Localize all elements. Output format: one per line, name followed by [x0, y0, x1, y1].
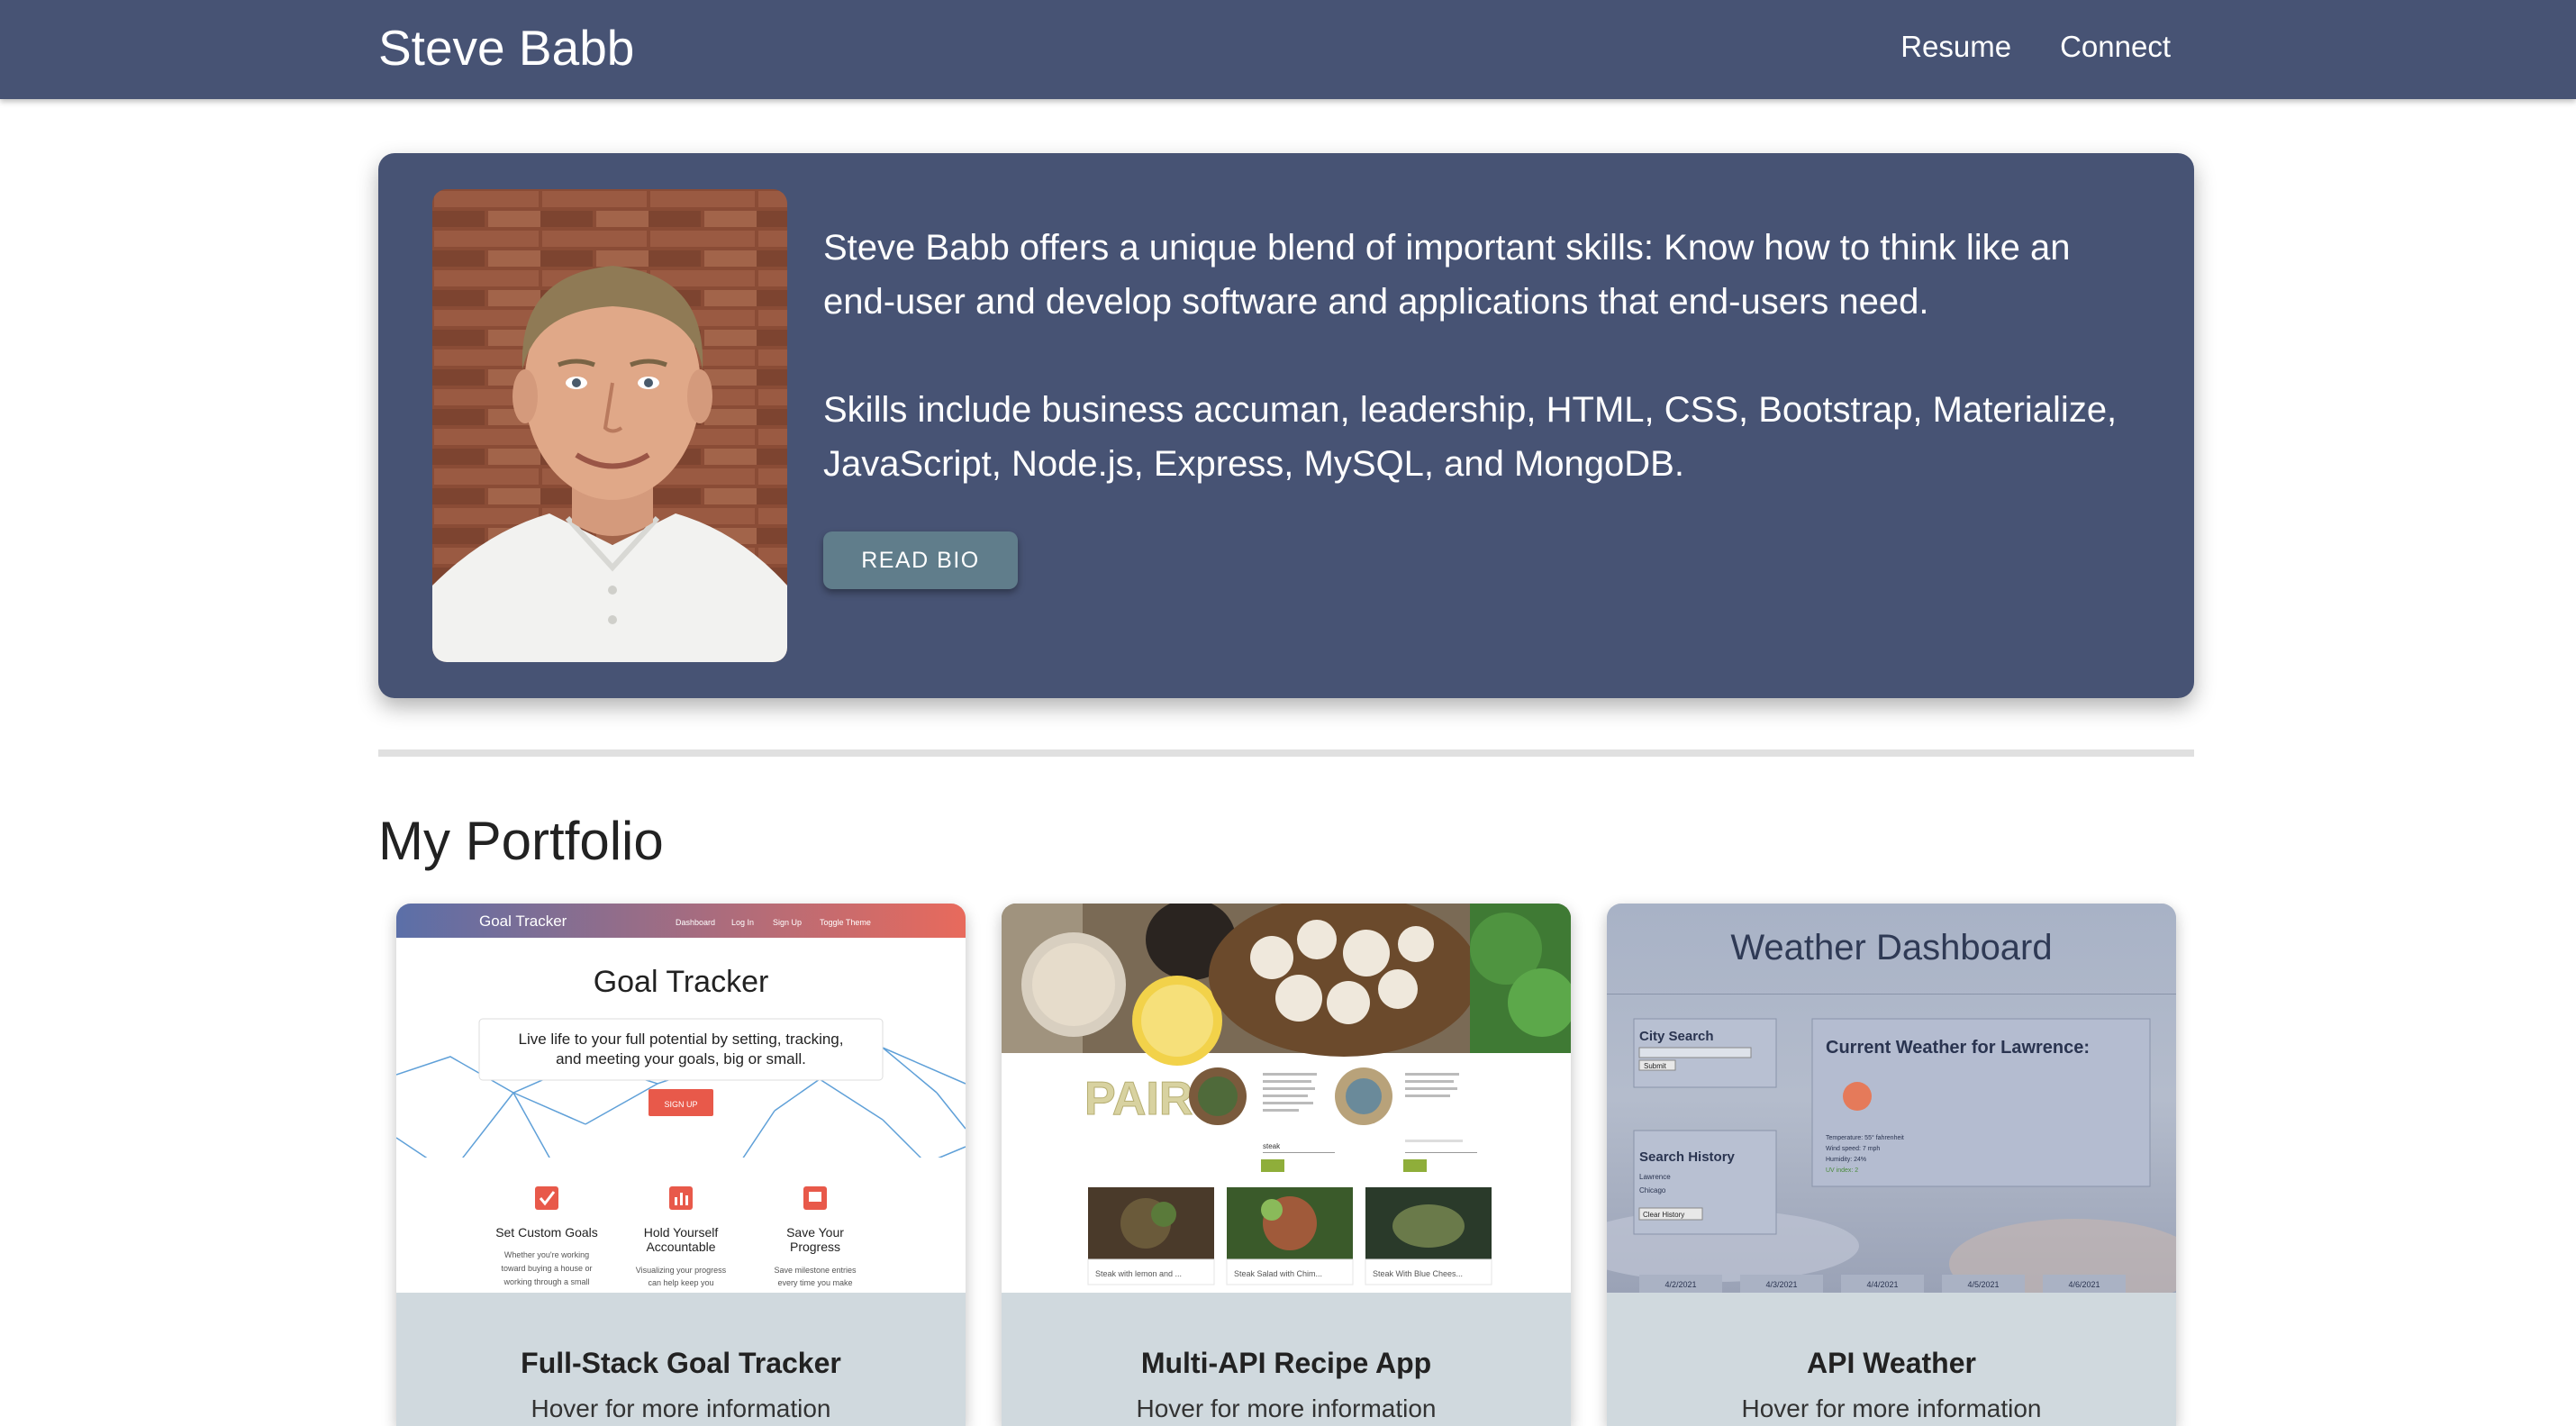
project-hover-hint: Hover for more information — [531, 1394, 831, 1422]
svg-text:can help keep you: can help keep you — [648, 1278, 713, 1287]
project-screenshot-goal-tracker: Goal Tracker Dashboard Log In Sign Up To… — [396, 904, 966, 1293]
svg-text:4/4/2021: 4/4/2021 — [1866, 1280, 1898, 1289]
project-screenshot-recipe-app: PAIR steak Steak with lemon and ... Stea… — [1002, 904, 1571, 1293]
svg-text:and meeting your goals, big or: and meeting your goals, big or small. — [556, 1050, 806, 1067]
svg-text:Steak Salad with Chim...: Steak Salad with Chim... — [1234, 1269, 1322, 1278]
svg-text:Sign Up: Sign Up — [773, 918, 802, 927]
svg-text:Temperature: 55° fahrenheit: Temperature: 55° fahrenheit — [1826, 1134, 1904, 1141]
svg-text:Save Your: Save Your — [786, 1225, 844, 1240]
svg-text:Humidity: 24%: Humidity: 24% — [1826, 1157, 1866, 1163]
svg-text:steak: steak — [1263, 1142, 1281, 1150]
project-title: Multi-API Recipe App — [1140, 1347, 1432, 1379]
project-card-recipe-app[interactable]: PAIR steak Steak with lemon and ... Stea… — [1002, 904, 1571, 1426]
svg-text:Search History: Search History — [1639, 1149, 1736, 1165]
svg-text:Set Custom Goals: Set Custom Goals — [495, 1225, 598, 1240]
project-card-goal-tracker[interactable]: Goal Tracker Dashboard Log In Sign Up To… — [396, 904, 966, 1426]
svg-text:City Search: City Search — [1639, 1029, 1714, 1044]
svg-text:Visualizing your progress: Visualizing your progress — [636, 1266, 727, 1275]
svg-text:Steak With Blue Chees...: Steak With Blue Chees... — [1373, 1269, 1463, 1278]
svg-text:UV index: 2: UV index: 2 — [1826, 1167, 1858, 1174]
svg-text:Goal Tracker: Goal Tracker — [594, 965, 769, 999]
svg-text:Weather Dashboard: Weather Dashboard — [1730, 928, 2052, 967]
svg-text:Toggle Theme: Toggle Theme — [820, 918, 871, 927]
svg-text:4/3/2021: 4/3/2021 — [1765, 1280, 1797, 1289]
project-title: Full-Stack Goal Tracker — [521, 1347, 841, 1379]
svg-text:PAIR: PAIR — [1084, 1073, 1193, 1125]
svg-text:Save milestone entries: Save milestone entries — [774, 1266, 857, 1275]
svg-text:Chicago: Chicago — [1639, 1186, 1666, 1194]
gt-brand: Goal Tracker — [479, 913, 567, 930]
project-hover-hint: Hover for more information — [1741, 1394, 2042, 1422]
svg-text:Clear History: Clear History — [1643, 1211, 1684, 1219]
project-card-weather[interactable]: Weather Dashboard City Search Submit Sea… — [1607, 904, 2176, 1426]
svg-text:Progress: Progress — [790, 1240, 840, 1254]
nav-links: Resume Connect — [1900, 27, 2171, 67]
svg-text:Dashboard: Dashboard — [676, 918, 715, 927]
svg-text:every time you make: every time you make — [777, 1278, 852, 1287]
svg-text:4/5/2021: 4/5/2021 — [1967, 1280, 1999, 1289]
brand-logo[interactable]: Steve Babb — [378, 18, 634, 77]
skills-paragraph: Skills include business accuman, leaders… — [823, 390, 2118, 484]
svg-text:4/2/2021: 4/2/2021 — [1664, 1280, 1696, 1289]
nav-link-connect[interactable]: Connect — [2060, 27, 2171, 67]
intro-paragraph: Steve Babb offers a unique blend of impo… — [823, 228, 2071, 322]
section-divider — [378, 749, 2194, 757]
project-screenshot-weather: Weather Dashboard City Search Submit Sea… — [1607, 904, 2176, 1293]
svg-text:toward buying a house or: toward buying a house or — [501, 1264, 592, 1273]
svg-text:Steak with lemon and ...: Steak with lemon and ... — [1095, 1269, 1182, 1278]
svg-text:Submit: Submit — [1644, 1062, 1667, 1070]
intro-text: Steve Babb offers a unique blend of impo… — [823, 221, 2147, 545]
svg-text:Current Weather for Lawrence:: Current Weather for Lawrence: — [1826, 1038, 2090, 1058]
project-title: API Weather — [1807, 1347, 1976, 1379]
svg-text:Whether you're working: Whether you're working — [504, 1250, 589, 1259]
svg-text:4/6/2021: 4/6/2021 — [2068, 1280, 2100, 1289]
intro-card: Steve Babb offers a unique blend of impo… — [378, 153, 2194, 698]
svg-text:working through a small: working through a small — [503, 1277, 589, 1286]
nav-link-resume[interactable]: Resume — [1900, 27, 2011, 67]
svg-text:Lawrence: Lawrence — [1639, 1173, 1671, 1181]
svg-text:SIGN UP: SIGN UP — [664, 1100, 697, 1109]
svg-text:Accountable: Accountable — [646, 1240, 715, 1254]
svg-text:Log In: Log In — [731, 918, 754, 927]
svg-text:Wind speed: 7 mph: Wind speed: 7 mph — [1826, 1146, 1880, 1152]
top-navbar: Steve Babb Resume Connect — [0, 0, 2576, 99]
portfolio-heading: My Portfolio — [378, 811, 664, 871]
svg-text:Live life to your full potenti: Live life to your full potential by sett… — [519, 1031, 844, 1048]
profile-photo — [432, 189, 787, 662]
svg-text:Hold Yourself: Hold Yourself — [644, 1225, 719, 1240]
project-hover-hint: Hover for more information — [1136, 1394, 1437, 1422]
read-bio-button[interactable]: READ BIO — [823, 531, 1018, 589]
